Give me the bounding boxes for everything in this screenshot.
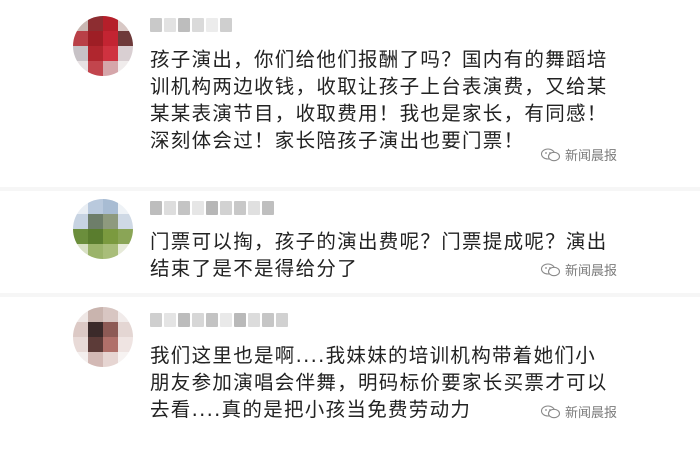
avatar-pixel [88,352,103,367]
username-blurred[interactable] [150,199,274,217]
avatar-pixel [73,322,88,337]
avatar-pixel [73,199,88,214]
comment-line: 朋友参加演唱会伴舞，明码标价要家长买票才可以 [150,371,608,394]
wechat-icon [540,262,561,276]
comment-text: 孩子演出，你们给他们报酬了吗？国内有的舞蹈培 训机构两边收钱，收取让孩子上台表演… [150,46,608,154]
watermark-label: 新闻晨报 [565,406,618,421]
avatar-pixel [103,214,118,229]
avatar-pixel [88,244,103,259]
avatar-pixel [118,46,133,61]
watermark-label: 新闻晨报 [565,264,618,279]
avatar-pixel [118,31,133,46]
avatar-pixel [118,352,133,367]
avatar-pixel [73,229,88,244]
avatar-pixel [88,199,103,214]
avatar-pixel [103,322,118,337]
comment-text: 门票可以掏，孩子的演出费呢？门票提成呢？演出 结束了是不是得给分了 [150,228,608,282]
comment-card: 门票可以掏，孩子的演出费呢？门票提成呢？演出 结束了是不是得给分了 新闻晨报 [0,191,700,293]
avatar-pixel [118,199,133,214]
avatar-pixel [103,244,118,259]
comment-line: 训机构两边收钱，收取让孩子上台表演费，又给某 [150,75,608,98]
comment-line: 门票可以掏，孩子的演出费呢？门票提成呢？演出 [150,230,608,253]
avatar-pixel [73,61,88,76]
watermark: 新闻晨报 [540,402,617,421]
avatar-pixel [118,229,133,244]
watermark-label: 新闻晨报 [565,149,618,164]
comment-line: 孩子演出，你们给他们报酬了吗？国内有的舞蹈培 [150,48,608,71]
avatar-pixel [103,46,118,61]
avatar-pixel [73,307,88,322]
wechat-icon [540,404,561,418]
avatar-pixel [88,337,103,352]
avatar-pixel [103,31,118,46]
avatar-pixel [88,307,103,322]
avatar-pixel [118,244,133,259]
avatar-pixel [73,244,88,259]
avatar[interactable] [73,307,133,367]
watermark: 新闻晨报 [540,260,617,279]
avatar[interactable] [73,199,133,259]
avatar-pixel [73,46,88,61]
watermark: 新闻晨报 [540,145,617,164]
comment-card: 孩子演出，你们给他们报酬了吗？国内有的舞蹈培 训机构两边收钱，收取让孩子上台表演… [0,0,700,187]
avatar-pixel [118,307,133,322]
avatar-pixel [103,352,118,367]
avatar-pixel [103,199,118,214]
avatar-pixel [88,229,103,244]
avatar-pixel [88,61,103,76]
avatar-pixel [73,16,88,31]
avatar-pixel [88,46,103,61]
avatar-pixel [118,61,133,76]
avatar-pixel [88,214,103,229]
avatar-pixel [73,214,88,229]
comment-text: 我们这里也是啊....我妹妹的培训机构带着她们小 朋友参加演唱会伴舞，明码标价要… [150,342,608,423]
avatar-pixel [88,31,103,46]
comment-line: 去看....真的是把小孩当免费劳动力 [150,398,472,421]
comment-line: 某某表演节目，收取费用！我也是家长，有同感！ [150,102,608,125]
avatar[interactable] [73,16,133,76]
avatar-pixel [103,337,118,352]
avatar-pixel [88,16,103,31]
avatar-pixel [118,337,133,352]
avatar-pixel [103,61,118,76]
comment-line: 我们这里也是啊....我妹妹的培训机构带着她们小 [150,344,596,367]
comment-card: 我们这里也是啊....我妹妹的培训机构带着她们小 朋友参加演唱会伴舞，明码标价要… [0,297,700,461]
comment-line: 深刻体会过！家长陪孩子演出也要门票！ [150,129,525,152]
wechat-icon [540,147,561,161]
avatar-pixel [73,337,88,352]
avatar-pixel [118,214,133,229]
avatar-pixel [103,16,118,31]
username-blurred[interactable] [150,311,288,329]
avatar-pixel [103,229,118,244]
comment-line: 结束了是不是得给分了 [150,257,359,280]
avatar-pixel [88,322,103,337]
username-blurred[interactable] [150,16,232,34]
avatar-pixel [103,307,118,322]
avatar-pixel [118,322,133,337]
avatar-pixel [73,352,88,367]
avatar-pixel [118,16,133,31]
avatar-pixel [73,31,88,46]
